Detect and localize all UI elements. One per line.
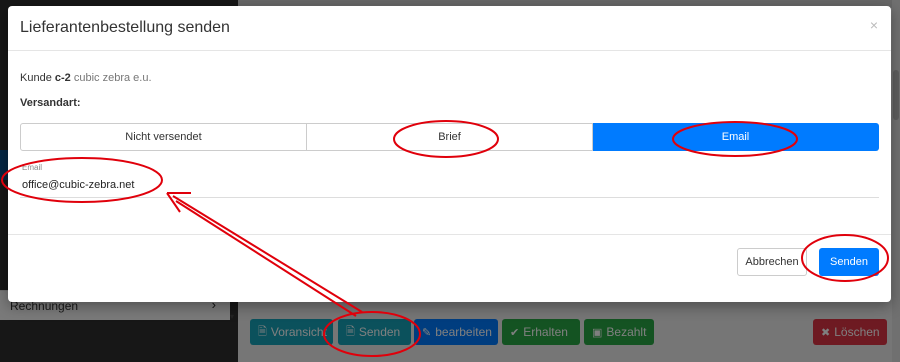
customer-info: Kunde c-2 cubic zebra e.u.	[20, 72, 152, 84]
email-label: Email	[22, 163, 43, 172]
customer-code: c-2	[54, 72, 71, 84]
email-field-group: Email	[20, 162, 879, 198]
shipping-method-selector: Nicht versendet Brief Email	[20, 123, 879, 151]
shipping-method-label: Versandart:	[20, 97, 81, 109]
modal-title: Lieferantenbestellung senden	[20, 19, 230, 36]
shipping-option-not-shipped[interactable]: Nicht versendet	[20, 123, 307, 151]
shipping-option-letter[interactable]: Brief	[307, 123, 593, 151]
submit-send-button[interactable]: Senden	[819, 248, 879, 276]
email-field[interactable]	[22, 179, 422, 191]
customer-prefix: Kunde	[20, 72, 52, 84]
cancel-button[interactable]: Abbrechen	[737, 248, 807, 276]
customer-name: cubic zebra e.u.	[73, 72, 152, 84]
close-icon[interactable]: ×	[870, 17, 878, 33]
modal-footer: Abbrechen Senden	[8, 234, 891, 302]
modal-header: Lieferantenbestellung senden ×	[8, 6, 891, 51]
send-order-dialog: Lieferantenbestellung senden × Kunde c-2…	[8, 6, 891, 302]
shipping-option-email[interactable]: Email	[593, 123, 879, 151]
